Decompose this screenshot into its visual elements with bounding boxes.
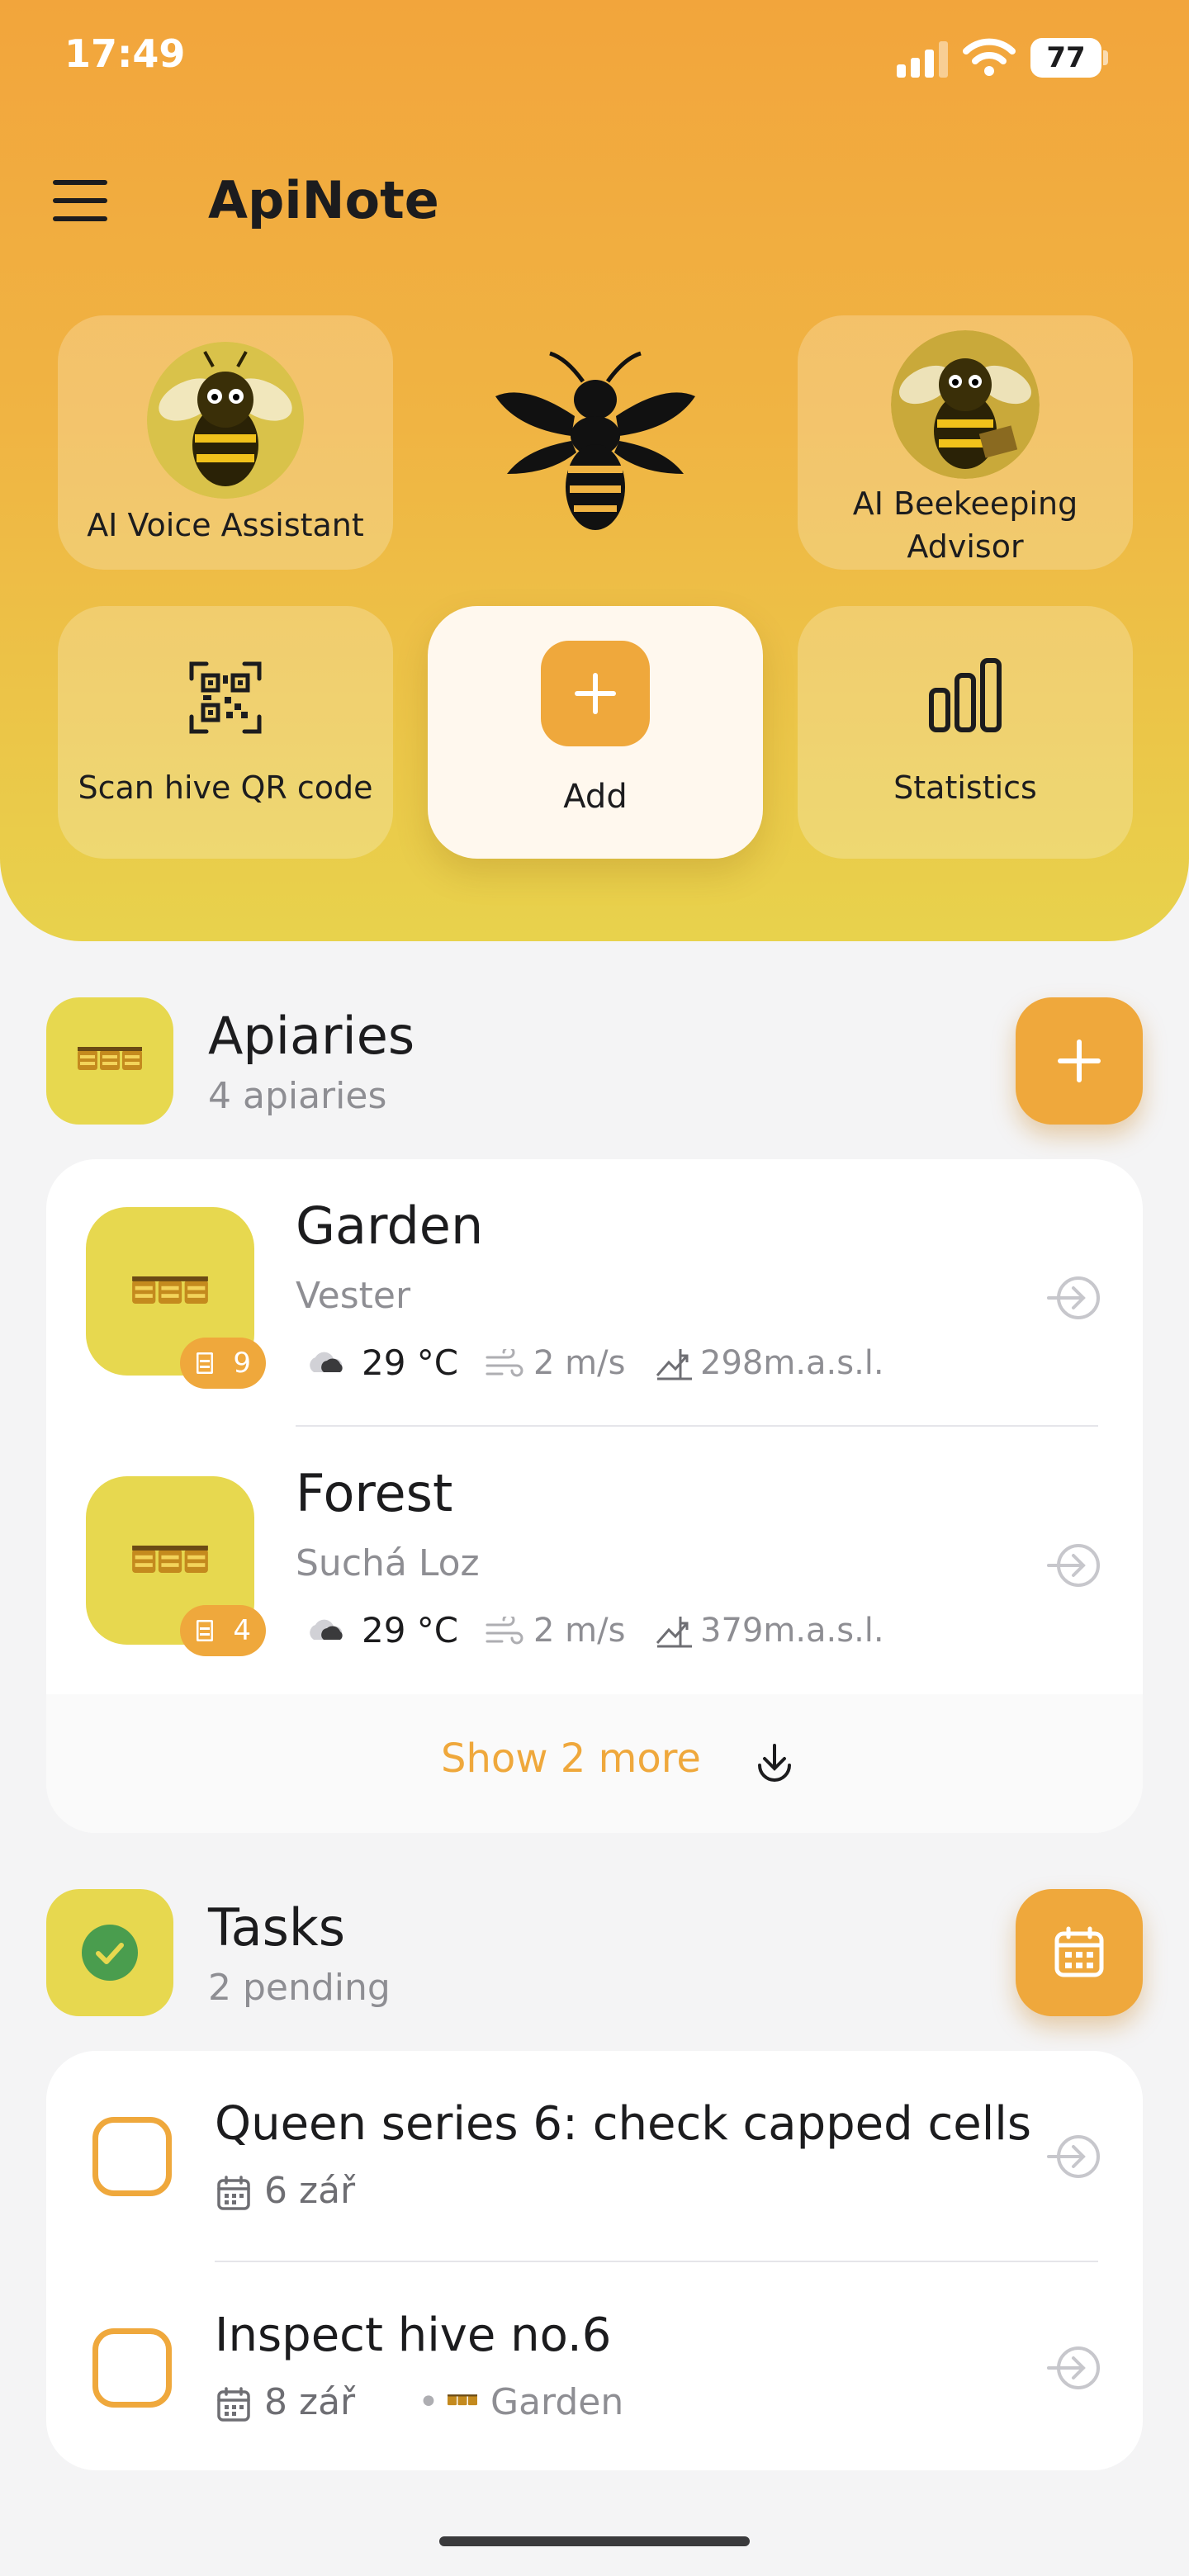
hive-count: 9 <box>233 1347 251 1380</box>
task-checkbox[interactable] <box>92 2117 172 2196</box>
task-apiary: Garden <box>490 2381 624 2423</box>
wind-speed: 2 m/s <box>533 1344 626 1382</box>
app-title: ApiNote <box>208 170 439 230</box>
task-checkbox[interactable] <box>92 2328 172 2408</box>
meta-separator: • <box>418 2381 439 2423</box>
add-plus-icon <box>541 641 650 746</box>
tasks-section-icon <box>46 1889 173 2016</box>
task-date: 8 zář <box>264 2381 356 2423</box>
apiary-location: Vester <box>296 1275 411 1317</box>
wind-icon <box>486 1617 523 1645</box>
altitude: 298m.a.s.l. <box>700 1344 884 1382</box>
scan-qr-tile[interactable]: Scan hive QR code <box>58 606 393 859</box>
scan-qr-label: Scan hive QR code <box>78 769 373 806</box>
tasks-title: Tasks <box>208 1897 346 1958</box>
calendar-icon <box>217 2387 250 2422</box>
altitude-icon <box>656 1617 692 1648</box>
temperature: 29 °C <box>362 1342 459 1383</box>
temperature: 29 °C <box>362 1610 459 1650</box>
apiaries-section-icon <box>46 997 173 1125</box>
apiaries-count: 4 apiaries <box>208 1075 387 1117</box>
hive-icon <box>197 1620 213 1641</box>
bee-advisor-icon <box>891 330 1040 479</box>
ai-voice-assistant-tile[interactable]: AI Voice Assistant <box>58 315 393 570</box>
status-time: 17:49 <box>64 31 186 76</box>
wind-speed: 2 m/s <box>533 1612 626 1650</box>
download-arrow-icon <box>758 1744 791 1782</box>
hive-count: 4 <box>233 1614 251 1647</box>
beehives-icon <box>448 2394 477 2406</box>
calendar-button[interactable] <box>1016 1889 1143 2016</box>
apiaries-title: Apiaries <box>208 1006 415 1066</box>
bar-chart-icon <box>929 658 1002 732</box>
tasks-count: 2 pending <box>208 1967 391 2009</box>
calendar-icon <box>217 2176 250 2210</box>
home-indicator[interactable] <box>439 2536 750 2546</box>
partly-cloudy-icon <box>310 1352 343 1372</box>
hive-count-badge: 9 <box>180 1338 266 1389</box>
task-row[interactable]: Inspect hive no.6 8 zář • Garden <box>46 2262 1143 2470</box>
ai-voice-assistant-label: AI Voice Assistant <box>87 507 364 543</box>
hive-icon <box>197 1352 213 1374</box>
task-title: Inspect hive no.6 <box>215 2308 612 2362</box>
show-more-label: Show 2 more <box>441 1735 701 1782</box>
show-more-button[interactable]: Show 2 more <box>46 1694 1143 1833</box>
hamburger-menu-icon[interactable] <box>53 180 109 221</box>
cellular-signal-icon <box>897 40 948 78</box>
statistics-tile[interactable]: Statistics <box>798 606 1133 859</box>
qr-code-icon <box>189 661 262 734</box>
ai-beekeeping-advisor-label-line2: Advisor <box>907 528 1024 565</box>
task-row[interactable]: Queen series 6: check capped cells 6 zář <box>46 2051 1143 2262</box>
hive-count-badge: 4 <box>180 1605 266 1656</box>
add-label: Add <box>563 778 628 816</box>
plus-icon <box>1058 1039 1101 1082</box>
apiary-location: Suchá Loz <box>296 1542 480 1584</box>
partly-cloudy-icon <box>310 1619 343 1640</box>
task-title: Queen series 6: check capped cells <box>215 2097 1031 2151</box>
check-circle-icon <box>82 1925 138 1981</box>
open-arrow-icon[interactable] <box>1045 2132 1103 2181</box>
apiaries-card: 9 Garden Vester 29 °C 2 m/s 298m.a.s.l. <box>46 1159 1143 1833</box>
wind-icon <box>486 1349 523 1377</box>
beehives-icon <box>132 1276 208 1304</box>
apiary-row-garden[interactable]: 9 Garden Vester 29 °C 2 m/s 298m.a.s.l. <box>46 1159 1143 1427</box>
bee-logo-icon <box>495 351 695 530</box>
statistics-label: Statistics <box>893 769 1037 806</box>
tasks-card: Queen series 6: check capped cells 6 zář… <box>46 2051 1143 2470</box>
open-arrow-icon[interactable] <box>1045 1541 1103 1590</box>
add-apiary-button[interactable] <box>1016 997 1143 1125</box>
task-date: 6 zář <box>264 2170 356 2212</box>
apiary-name: Forest <box>296 1463 453 1523</box>
add-tile[interactable]: Add <box>428 606 763 859</box>
altitude: 379m.a.s.l. <box>700 1612 884 1650</box>
apiary-name: Garden <box>296 1196 484 1256</box>
open-arrow-icon[interactable] <box>1045 1273 1103 1323</box>
status-bar: 17:49 77 <box>0 0 1189 116</box>
apiary-row-forest[interactable]: 4 Forest Suchá Loz 29 °C 2 m/s 379m.a.s.… <box>46 1427 1143 1694</box>
ai-beekeeping-advisor-label-line1: AI Beekeeping <box>852 485 1078 522</box>
altitude-icon <box>656 1349 692 1380</box>
ai-beekeeping-advisor-tile[interactable]: AI Beekeeping Advisor <box>798 315 1133 570</box>
beehives-icon <box>78 1047 142 1070</box>
battery-icon: 77 <box>1030 38 1108 78</box>
battery-level: 77 <box>1030 38 1101 78</box>
beehives-icon <box>132 1546 208 1573</box>
bee-mascot-icon <box>147 342 304 499</box>
open-arrow-icon[interactable] <box>1045 2343 1103 2393</box>
wifi-icon <box>963 38 1016 76</box>
calendar-icon <box>1054 1926 1104 1977</box>
